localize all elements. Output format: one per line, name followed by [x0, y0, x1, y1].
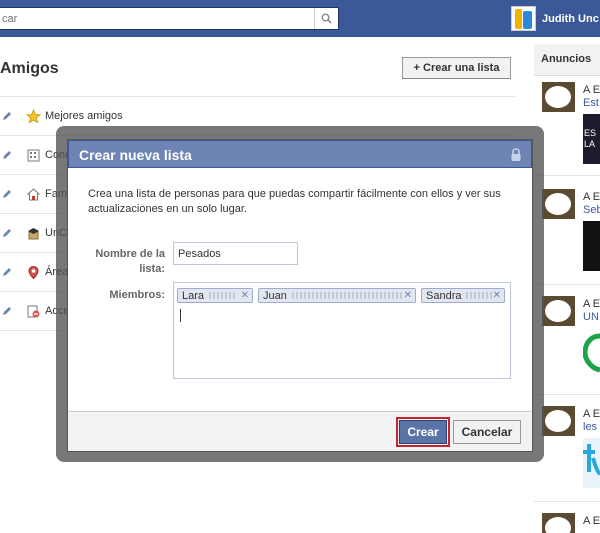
remove-token-icon[interactable]: ✕	[241, 290, 249, 301]
list-name-label: Nombre de la lista:	[95, 248, 165, 275]
pencil-icon[interactable]	[1, 149, 13, 161]
ad-image[interactable]: ES LA	[583, 114, 600, 164]
top-bar: Judith Unc	[0, 0, 600, 37]
member-name: Juan	[263, 289, 287, 302]
remove-token-icon[interactable]: ✕	[493, 290, 501, 301]
graduation-cap-icon	[25, 225, 41, 241]
cancel-button[interactable]: Cancelar	[453, 420, 521, 444]
members-input[interactable]: Lara ✕ Juan ✕ Sandra ✕	[173, 282, 511, 379]
search-input[interactable]	[0, 8, 312, 29]
pencil-icon[interactable]	[1, 305, 13, 317]
member-token[interactable]: Juan ✕	[258, 288, 416, 303]
ad-title[interactable]: A E	[583, 191, 600, 203]
pencil-icon[interactable]	[1, 266, 13, 278]
ad-title[interactable]: A E	[583, 298, 600, 310]
member-name: Sandra	[426, 289, 462, 302]
house-icon	[25, 186, 41, 202]
remove-token-icon[interactable]: ✕	[404, 290, 412, 301]
pencil-icon[interactable]	[1, 227, 13, 239]
user-name: Judith Unc	[542, 12, 599, 25]
search-box[interactable]	[0, 7, 339, 30]
members-label: Miembros:	[109, 289, 165, 301]
ad-image[interactable]	[582, 328, 600, 378]
dialog-header: Crear nueva lista	[68, 140, 532, 168]
search-button[interactable]	[314, 8, 338, 29]
ad-image[interactable]	[583, 221, 600, 271]
create-button[interactable]: Crear	[399, 420, 447, 444]
restricted-icon	[25, 303, 41, 319]
list-name-input[interactable]	[173, 242, 298, 265]
avatar	[511, 6, 536, 31]
ad-title[interactable]: A E	[583, 408, 600, 420]
ad-title[interactable]: A E	[583, 84, 600, 96]
dialog-description: Crea una lista de personas para que pued…	[88, 188, 501, 215]
create-list-dialog: Crear nueva lista Crea una lista de pers…	[67, 139, 533, 452]
member-token[interactable]: Sandra ✕	[421, 288, 505, 303]
ad-thumbnail[interactable]	[542, 296, 575, 326]
ad-subtitle[interactable]: Seb	[583, 204, 600, 216]
ad-subtitle[interactable]: Est	[583, 97, 599, 109]
pencil-icon[interactable]	[1, 110, 13, 122]
user-profile-link[interactable]: Judith Unc	[511, 5, 599, 32]
ad-title[interactable]: A E	[583, 515, 600, 527]
dialog-footer: Crear Cancelar	[68, 411, 532, 451]
member-token[interactable]: Lara ✕	[177, 288, 253, 303]
location-pin-icon	[25, 264, 41, 280]
search-icon	[321, 13, 332, 24]
ad-image[interactable]	[583, 438, 600, 488]
ads-header: Anuncios	[534, 44, 600, 76]
member-name: Lara	[182, 289, 205, 302]
ad-thumbnail[interactable]	[542, 189, 575, 219]
ad-subtitle[interactable]: les	[583, 421, 597, 433]
ad-thumbnail[interactable]	[542, 513, 575, 533]
ad-thumbnail[interactable]	[542, 82, 575, 112]
text-caret	[180, 309, 181, 322]
ad-thumbnail[interactable]	[542, 406, 575, 436]
create-list-button[interactable]: + Crear una lista	[402, 57, 511, 79]
dialog-title: Crear nueva lista	[79, 147, 192, 163]
building-icon	[25, 147, 41, 163]
list-label[interactable]: Mejores amigos	[45, 110, 123, 122]
pencil-icon[interactable]	[1, 188, 13, 200]
lock-icon	[511, 148, 521, 161]
star-icon	[25, 108, 41, 124]
ad-subtitle[interactable]: UN	[583, 311, 599, 323]
page-title: Amigos	[0, 60, 59, 77]
